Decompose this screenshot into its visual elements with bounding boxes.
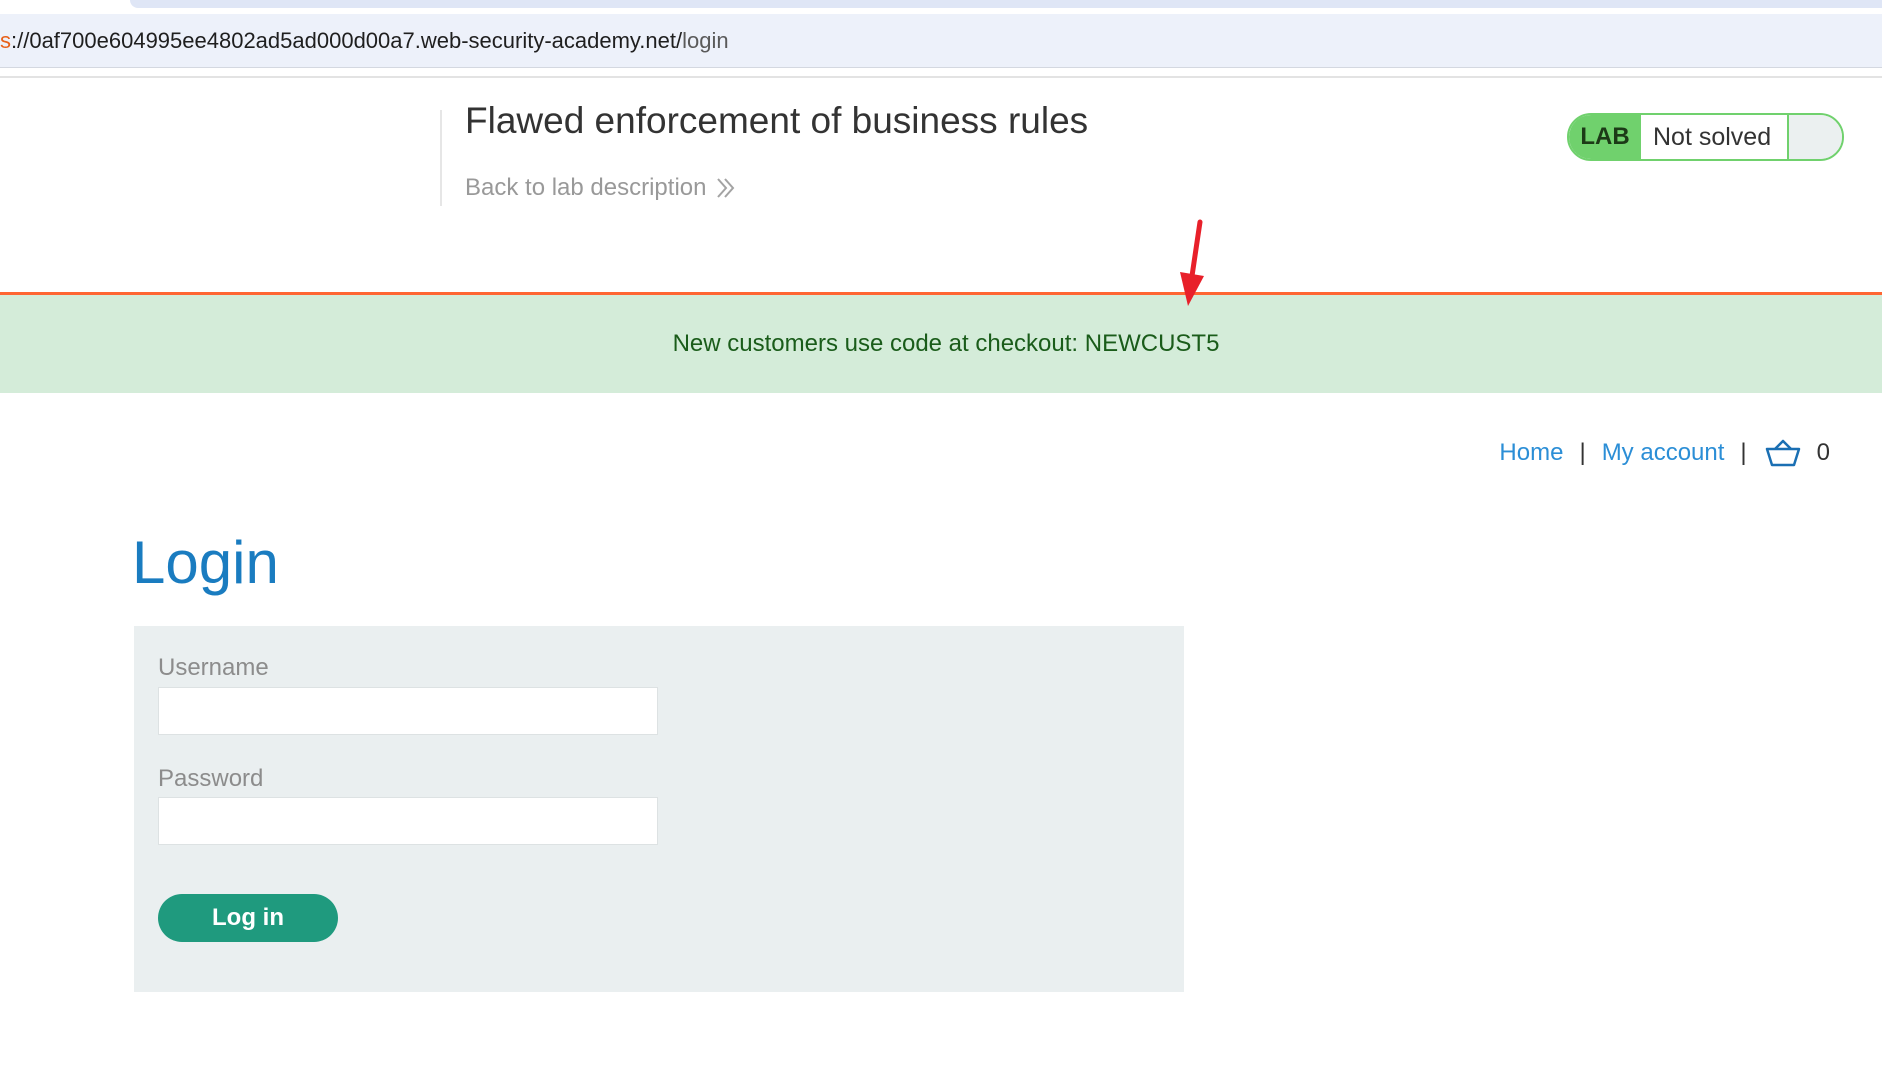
back-link-label: Back to lab description bbox=[465, 174, 707, 201]
username-input[interactable] bbox=[158, 687, 658, 735]
lab-badge: LAB bbox=[1569, 115, 1641, 159]
lab-title: Flawed enforcement of business rules bbox=[465, 100, 1089, 141]
lab-header-divider bbox=[440, 110, 442, 206]
browser-tab-strip bbox=[0, 0, 1882, 14]
site-nav: Home | My account | 0 bbox=[1499, 438, 1830, 468]
lab-status-indicator bbox=[1789, 115, 1842, 159]
username-label: Username bbox=[158, 654, 269, 681]
nav-home-link[interactable]: Home bbox=[1499, 439, 1563, 467]
url-host: ://0af700e604995ee4802ad5ad000d00a7.web-… bbox=[11, 28, 683, 53]
cart-count: 0 bbox=[1816, 439, 1830, 466]
page-title: Login bbox=[132, 529, 279, 596]
login-button[interactable]: Log in bbox=[158, 894, 338, 942]
url-text[interactable]: s://0af700e604995ee4802ad5ad000d00a7.web… bbox=[0, 28, 729, 54]
lab-status-widget: LAB Not solved bbox=[1567, 113, 1844, 161]
back-to-lab-description-link[interactable]: Back to lab description bbox=[465, 174, 736, 202]
password-input[interactable] bbox=[158, 797, 658, 845]
double-chevron-right-icon bbox=[717, 178, 735, 198]
lab-status-text: Not solved bbox=[1641, 115, 1789, 159]
red-arrow-annotation-icon bbox=[1180, 219, 1204, 306]
nav-my-account-link[interactable]: My account bbox=[1602, 439, 1725, 467]
promo-banner-text: New customers use code at checkout: NEWC… bbox=[672, 330, 1220, 357]
url-path: login bbox=[682, 28, 729, 53]
active-tab-edge[interactable] bbox=[130, 0, 1882, 8]
basket-icon[interactable] bbox=[1765, 438, 1801, 468]
promo-banner: New customers use code at checkout: NEWC… bbox=[0, 295, 1882, 393]
url-scheme-fragment: s bbox=[0, 28, 11, 53]
nav-separator: | bbox=[1740, 439, 1747, 466]
login-form: Username Password Log in bbox=[134, 626, 1184, 992]
address-bar[interactable]: s://0af700e604995ee4802ad5ad000d00a7.web… bbox=[0, 14, 1882, 68]
password-label: Password bbox=[158, 765, 264, 792]
chrome-divider bbox=[0, 76, 1882, 78]
nav-separator: | bbox=[1579, 439, 1586, 466]
